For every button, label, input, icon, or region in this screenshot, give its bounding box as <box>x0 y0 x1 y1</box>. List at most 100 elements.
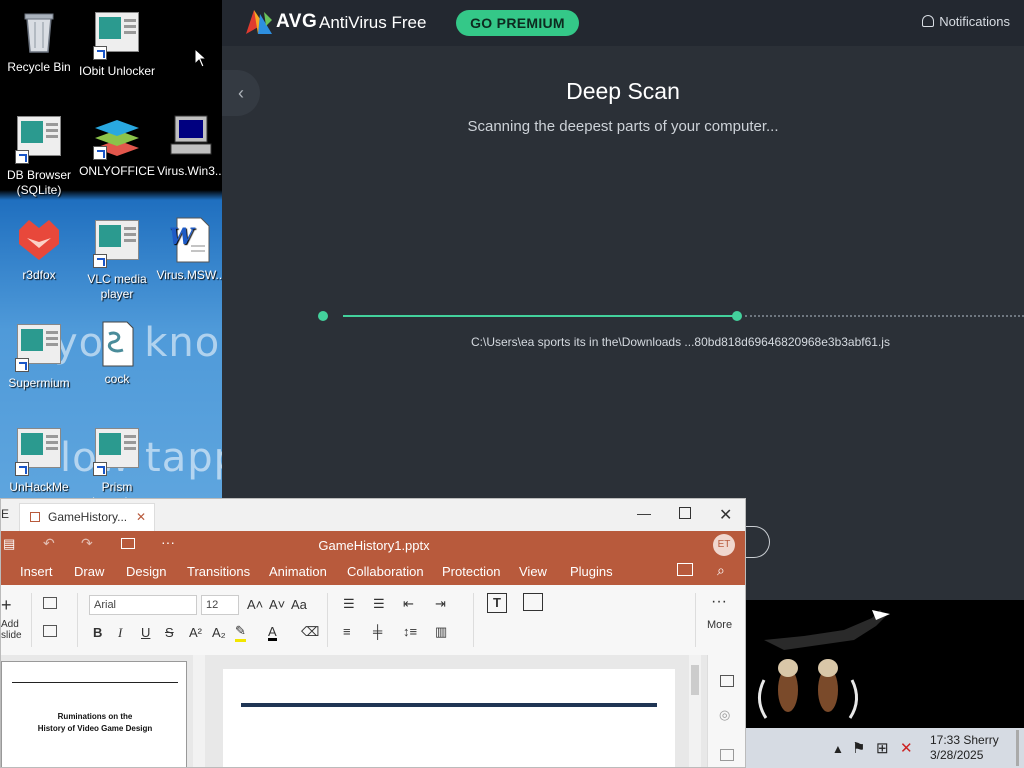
desktop-icon-supermium[interactable]: Supermium <box>0 320 78 391</box>
desktop-icon-virus-msw[interactable]: W Virus.MSW... <box>156 216 222 283</box>
slide-scrollbar[interactable] <box>689 655 701 767</box>
progress-current-dot <box>732 311 742 321</box>
slide-settings-icon[interactable] <box>720 675 734 687</box>
slide-layout-icon[interactable] <box>43 597 57 609</box>
bullets-icon[interactable]: ☰ <box>343 596 355 612</box>
tab-plugins[interactable]: Plugins <box>570 564 613 579</box>
clock-time: 17:33 <box>930 733 961 747</box>
network-icon[interactable]: ⊞ <box>876 739 889 757</box>
print-icon[interactable]: ▤ <box>3 536 15 552</box>
partial-circle-button[interactable] <box>742 526 770 558</box>
align-icon[interactable]: ≡ <box>343 624 351 639</box>
slideshow-icon[interactable] <box>121 538 135 549</box>
more-quick-access-icon[interactable]: ··· <box>161 534 175 550</box>
taskbar: ▲ ⚑ ⊞ ✕ 17:33 Sherry 3/28/2025 <box>744 728 1024 768</box>
columns-icon[interactable]: ▥ <box>435 624 447 640</box>
system-clock[interactable]: 17:33 Sherry 3/28/2025 <box>930 733 999 763</box>
app-window-icon <box>93 220 141 268</box>
desktop-icon-recycle-bin[interactable]: Recycle Bin <box>0 8 78 75</box>
more-icon[interactable]: ··· <box>711 593 727 611</box>
slide-canvas[interactable] <box>223 669 675 767</box>
toolbar: + Add slide Arial 12 A˄ A˅ Aa B I U S A²… <box>1 585 745 656</box>
slide-thumbnail[interactable]: Ruminations on the History of Video Game… <box>1 661 187 767</box>
text-box-icon[interactable]: T <box>487 593 507 613</box>
icon-label: Recycle Bin <box>7 60 71 74</box>
image-settings-icon[interactable] <box>720 749 734 761</box>
notifications-button[interactable]: Notifications <box>922 14 1010 29</box>
tab-collaboration[interactable]: Collaboration <box>347 564 424 579</box>
undo-icon[interactable]: ↶ <box>43 535 55 552</box>
thumbnail-scrollbar[interactable] <box>193 655 205 767</box>
insert-image-icon[interactable] <box>523 593 543 611</box>
italic-icon[interactable]: I <box>118 625 122 641</box>
more-label[interactable]: More <box>707 619 732 631</box>
app-window-icon <box>15 324 63 372</box>
increase-indent-icon[interactable]: ⇥ <box>435 596 446 612</box>
onlyoffice-icon <box>93 112 141 160</box>
maximize-button[interactable] <box>679 507 691 519</box>
tab-draw[interactable]: Draw <box>74 564 104 579</box>
superscript-icon[interactable]: A² <box>189 625 202 640</box>
line-spacing-icon[interactable]: ↕≡ <box>403 624 417 639</box>
user-avatar[interactable]: ET <box>713 534 735 556</box>
minimize-button[interactable]: — <box>637 505 651 521</box>
file-title: GameHistory1.pptx <box>318 538 430 553</box>
desktop-icon-iobit-unlocker[interactable]: IObit Unlocker <box>78 8 156 79</box>
clear-style-icon[interactable]: ⌫ <box>301 624 319 640</box>
decrease-font-icon[interactable]: A˅ <box>269 597 285 612</box>
document-tab[interactable]: GameHistory... ✕ <box>19 503 155 531</box>
desktop-icon-r3dfox[interactable]: r3dfox <box>0 216 78 283</box>
go-premium-button[interactable]: GO PREMIUM <box>456 10 579 36</box>
speaker-muted-icon[interactable]: ✕ <box>900 739 913 757</box>
tab-insert[interactable]: Insert <box>20 564 53 579</box>
flag-icon[interactable]: ⚑ <box>852 739 865 757</box>
toolbar-separator <box>695 593 696 647</box>
desktop-icon-cock[interactable]: cock <box>78 320 156 387</box>
highlight-icon[interactable]: ✎ <box>235 623 246 642</box>
desktop-icon-unhackme[interactable]: UnHackMe <box>0 424 78 495</box>
app-window-icon <box>15 116 63 164</box>
desktop-icon-onlyoffice[interactable]: ONLYOFFICE <box>78 112 156 179</box>
underline-icon[interactable]: U <box>141 625 150 640</box>
computer-icon <box>167 112 215 160</box>
subscript-icon[interactable]: A₂ <box>212 625 226 640</box>
avg-header: AVG AntiVirus Free GO PREMIUM Notificati… <box>222 0 1024 46</box>
notifications-label: Notifications <box>939 14 1010 29</box>
onlyoffice-window: E GameHistory... ✕ — ✕ ▤ ↶ ↷ ··· GameHis… <box>0 498 746 768</box>
shape-settings-icon[interactable]: ◎ <box>719 707 730 723</box>
vertical-align-icon[interactable]: ╪ <box>373 624 382 639</box>
numbering-icon[interactable]: ☰ <box>373 596 385 612</box>
desktop-icon-db-browser[interactable]: DB Browser (SQLite) <box>0 112 78 198</box>
tab-bar: E GameHistory... ✕ — ✕ <box>1 499 745 531</box>
tab-protection[interactable]: Protection <box>442 564 501 579</box>
close-window-button[interactable]: ✕ <box>719 505 732 525</box>
change-case-icon[interactable]: Aa <box>291 597 307 612</box>
add-slide-label[interactable]: Add slide <box>1 619 23 641</box>
redo-icon[interactable]: ↷ <box>81 535 93 552</box>
bold-icon[interactable]: B <box>93 625 102 640</box>
close-tab-icon[interactable]: ✕ <box>136 504 146 530</box>
tab-view[interactable]: View <box>519 564 547 579</box>
icon-label: cock <box>104 372 130 386</box>
tab-transitions[interactable]: Transitions <box>187 564 250 579</box>
desktop-icon-vlc[interactable]: VLC media player <box>78 216 156 302</box>
slide-theme-icon[interactable] <box>43 625 57 637</box>
font-size-select[interactable]: 12 <box>201 595 239 615</box>
font-name-select[interactable]: Arial <box>89 595 197 615</box>
add-slide-icon[interactable]: + <box>1 595 12 616</box>
font-color-icon[interactable]: A <box>268 625 277 641</box>
presentation-icon <box>30 512 40 522</box>
show-hidden-icons-icon[interactable]: ▲ <box>832 742 844 756</box>
open-folder-icon[interactable] <box>677 563 693 576</box>
scan-subtitle: Scanning the deepest parts of your compu… <box>467 118 779 135</box>
tab-design[interactable]: Design <box>126 564 166 579</box>
desktop-icon-virus-win3[interactable]: Virus.Win3... <box>156 112 222 179</box>
tab-animation[interactable]: Animation <box>269 564 327 579</box>
strikethrough-icon[interactable]: S <box>165 625 174 640</box>
search-icon[interactable]: ⌕ <box>717 562 725 579</box>
show-desktop-button[interactable] <box>1016 730 1019 766</box>
increase-font-icon[interactable]: A˄ <box>247 597 263 612</box>
decrease-indent-icon[interactable]: ⇤ <box>403 596 414 612</box>
icon-label: UnHackMe <box>9 480 69 494</box>
scrollbar-thumb[interactable] <box>691 665 699 695</box>
